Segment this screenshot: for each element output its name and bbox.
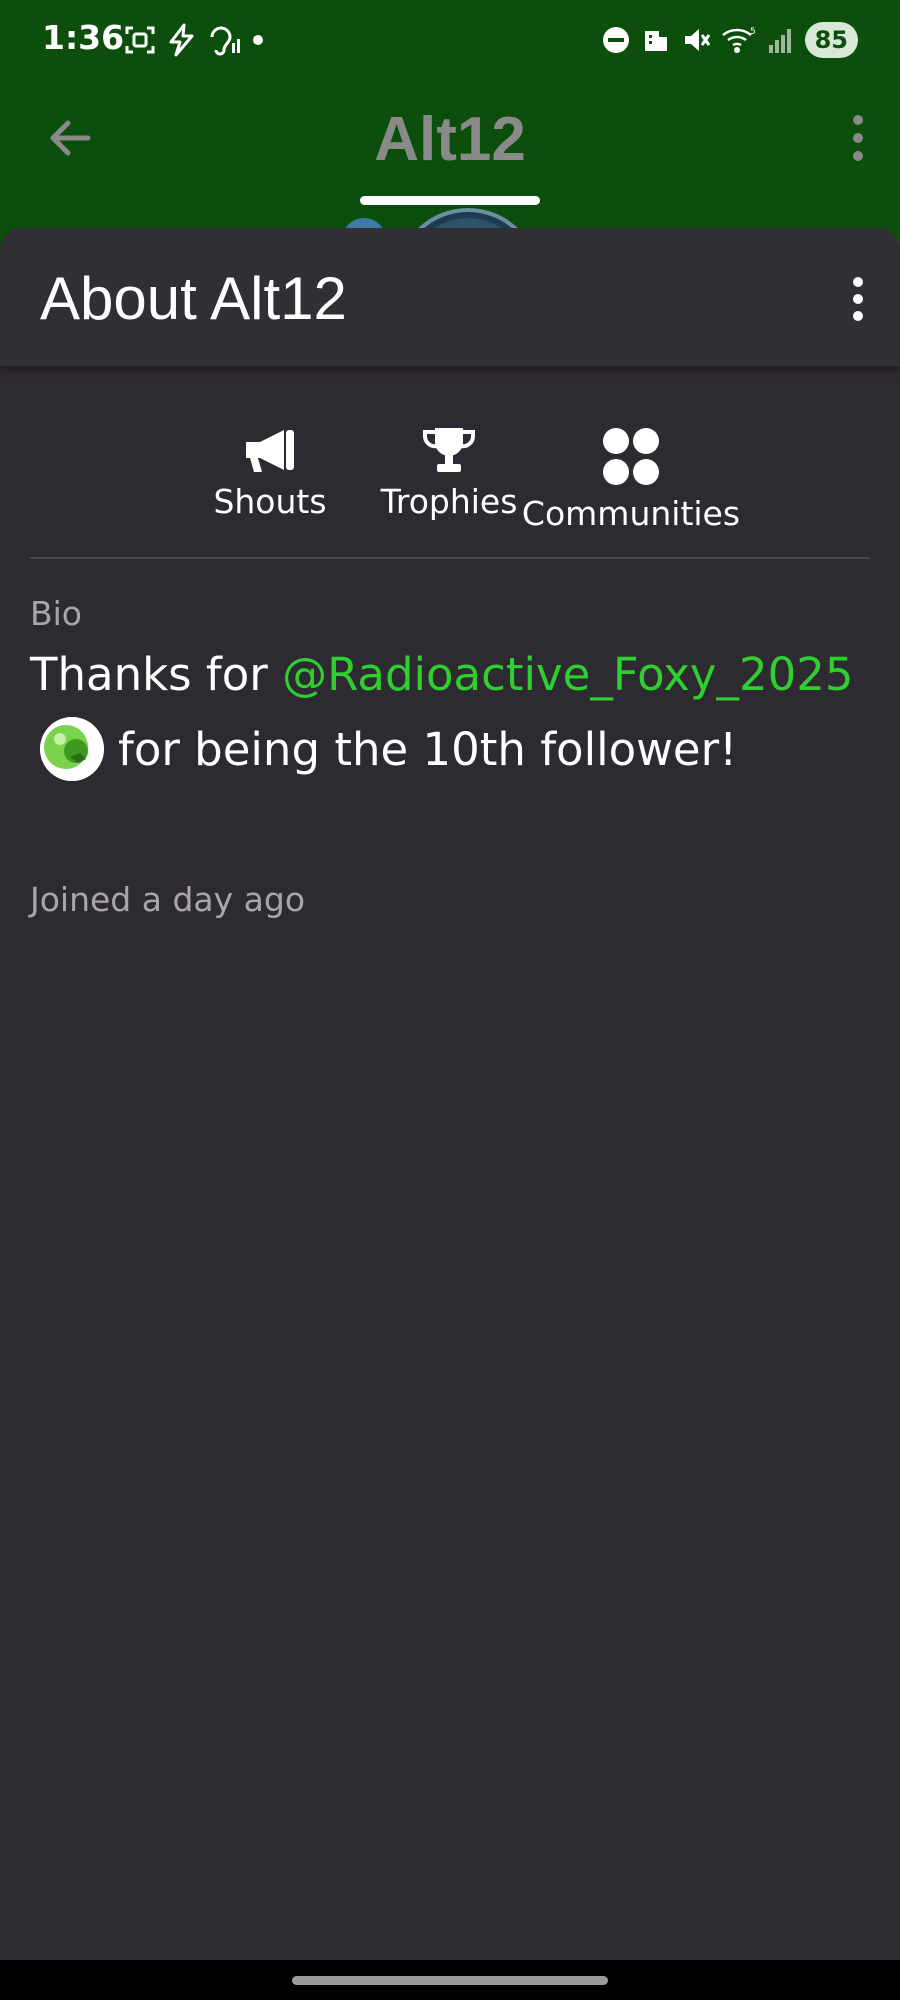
tab-shouts-label: Shouts bbox=[213, 482, 327, 521]
screenshot-icon bbox=[125, 26, 155, 54]
tab-communities[interactable]: Communities bbox=[520, 426, 742, 533]
communities-icon bbox=[603, 428, 659, 485]
profile-tabs: Shouts Trophies Communities bbox=[0, 426, 900, 546]
about-sheet: About Alt12 Shouts Trophies Communities … bbox=[0, 228, 900, 1960]
joined-date: Joined a day ago bbox=[30, 880, 306, 919]
notification-dot-icon bbox=[253, 35, 263, 45]
bio-text-line-2: for being the 10th follower! bbox=[40, 716, 737, 782]
mention-avatar bbox=[40, 717, 104, 781]
work-profile-icon bbox=[644, 31, 667, 51]
battery-indicator: 85 bbox=[804, 22, 858, 58]
tab-communities-label: Communities bbox=[521, 494, 741, 533]
mute-icon bbox=[684, 29, 710, 51]
flash-icon bbox=[169, 23, 194, 57]
do-not-disturb-icon bbox=[602, 27, 629, 53]
tab-trophies-label: Trophies bbox=[380, 482, 518, 521]
megaphone-icon bbox=[246, 430, 294, 472]
sheet-header: About Alt12 bbox=[0, 228, 900, 366]
sheet-more-options-icon[interactable] bbox=[846, 276, 870, 322]
profile-title: Alt12 bbox=[374, 105, 526, 174]
bio-label: Bio bbox=[30, 594, 82, 633]
cell-signal-icon bbox=[768, 29, 791, 53]
status-time: 1:36 bbox=[42, 18, 125, 57]
system-nav-bar bbox=[0, 1960, 900, 2000]
status-right-icons: 5 85 bbox=[601, 20, 858, 60]
tab-shouts[interactable]: Shouts bbox=[206, 426, 334, 521]
trophy-icon bbox=[423, 428, 475, 472]
profile-app-bar: Alt12 bbox=[0, 82, 900, 260]
bio-prefix: Thanks for bbox=[30, 648, 283, 701]
hearing-icon bbox=[210, 26, 240, 56]
status-bar: 1:36 5 85 bbox=[0, 0, 900, 82]
user-mention-link[interactable]: @Radioactive_Foxy_2025 bbox=[282, 648, 853, 701]
sheet-title: About Alt12 bbox=[40, 265, 347, 332]
bio-text-line: Thanks for @Radioactive_Foxy_2025 bbox=[30, 648, 854, 701]
section-divider bbox=[30, 557, 870, 559]
status-left-icons bbox=[124, 22, 266, 58]
bio-suffix: for being the 10th follower! bbox=[118, 722, 738, 776]
more-options-icon[interactable] bbox=[846, 112, 870, 164]
wifi-icon: 5 bbox=[721, 27, 756, 53]
home-gesture-handle[interactable] bbox=[292, 1976, 608, 1985]
tab-trophies[interactable]: Trophies bbox=[376, 426, 522, 521]
svg-text:5: 5 bbox=[750, 27, 756, 37]
